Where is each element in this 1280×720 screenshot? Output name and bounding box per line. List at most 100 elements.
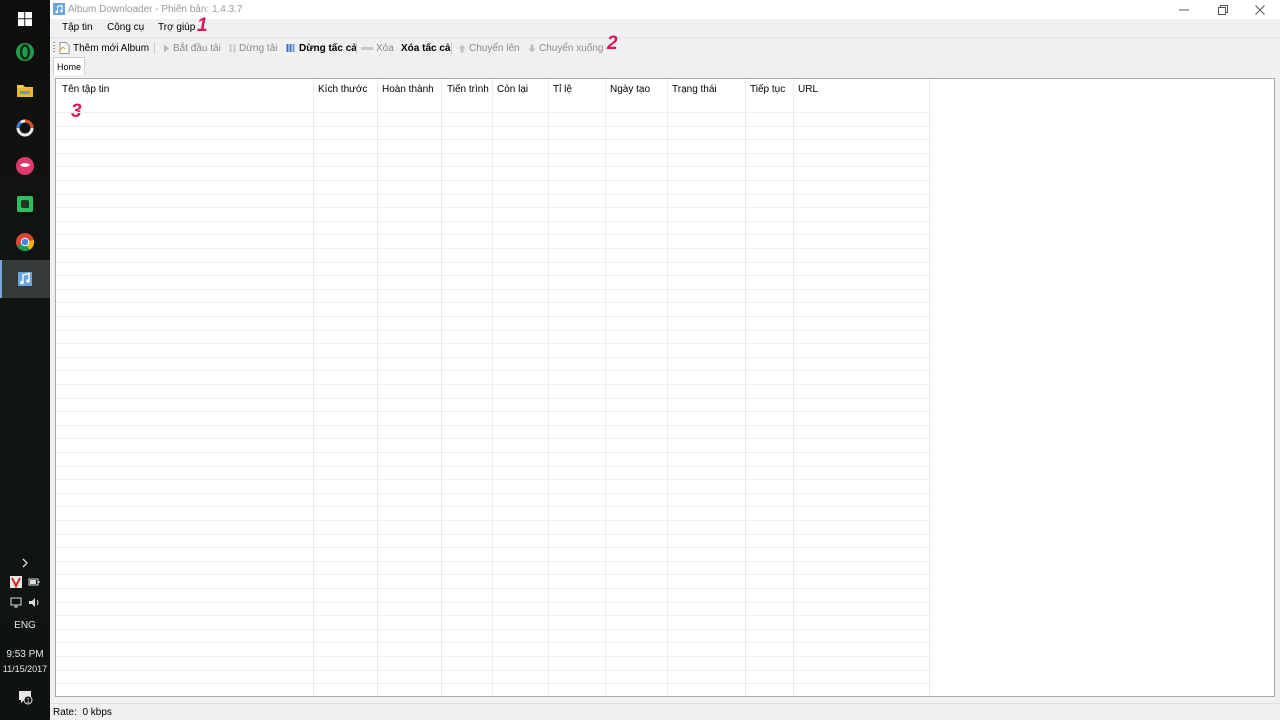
action-center-button[interactable]: 1 bbox=[0, 688, 50, 706]
column-header-created-date[interactable]: Ngày tạo bbox=[610, 84, 650, 95]
column-header-filename[interactable]: Tên tập tin bbox=[62, 84, 109, 95]
row-divider bbox=[56, 126, 929, 127]
tab-home[interactable]: Home bbox=[53, 57, 85, 75]
column-divider[interactable] bbox=[667, 79, 668, 696]
row-divider bbox=[56, 438, 929, 439]
tab-home-label: Home bbox=[56, 61, 81, 72]
battery-icon[interactable] bbox=[28, 577, 40, 587]
app-icon bbox=[53, 3, 65, 15]
clock-date-label: 11/15/2017 bbox=[2, 663, 48, 674]
move-up-button[interactable]: Chuyển lên bbox=[458, 41, 520, 55]
taskbar-app-opera[interactable] bbox=[0, 33, 50, 71]
column-header-completed[interactable]: Hoàn thành bbox=[382, 84, 434, 95]
rate-value: 0 kbps bbox=[82, 707, 112, 718]
row-divider bbox=[56, 343, 929, 344]
show-hidden-icons-button[interactable] bbox=[0, 556, 50, 570]
toolbar-separator bbox=[154, 42, 155, 54]
row-divider bbox=[56, 466, 929, 467]
column-header-status[interactable]: Trạng thái bbox=[672, 84, 717, 95]
evernote-icon bbox=[17, 196, 33, 212]
table-header: Tên tập tin Kích thước Hoàn thành Tiến t… bbox=[56, 79, 1274, 99]
row-divider bbox=[56, 166, 929, 167]
taskbar-app-pinkapp[interactable] bbox=[0, 147, 50, 185]
column-divider[interactable] bbox=[605, 79, 606, 696]
volume-icon[interactable] bbox=[28, 597, 40, 608]
restore-icon bbox=[1218, 4, 1228, 15]
taskbar: ENG 9:53 PM 11/15/2017 1 bbox=[0, 0, 50, 720]
vivaldi-tray-icon[interactable] bbox=[10, 576, 22, 588]
column-divider[interactable] bbox=[492, 79, 493, 696]
column-header-url[interactable]: URL bbox=[798, 84, 818, 95]
downloads-table[interactable]: Tên tập tin Kích thước Hoàn thành Tiến t… bbox=[55, 78, 1275, 697]
language-indicator[interactable]: ENG bbox=[0, 618, 50, 632]
restore-button[interactable] bbox=[1205, 0, 1241, 19]
notification-icon: 1 bbox=[19, 691, 33, 705]
column-divider[interactable] bbox=[313, 79, 314, 696]
column-divider[interactable] bbox=[929, 79, 930, 696]
pink-app-icon bbox=[16, 157, 34, 175]
stop-download-button[interactable]: Dừng tải bbox=[229, 41, 277, 55]
notification-count: 1 bbox=[26, 698, 30, 705]
taskbar-app-recorder[interactable] bbox=[0, 109, 50, 147]
column-divider[interactable] bbox=[548, 79, 549, 696]
clock-date[interactable]: 11/15/2017 bbox=[0, 662, 50, 675]
menu-tools[interactable]: Công cụ bbox=[107, 22, 144, 33]
clock-time[interactable]: 9:53 PM bbox=[0, 648, 50, 661]
row-divider bbox=[56, 289, 929, 290]
taskbar-app-album-downloader[interactable] bbox=[0, 260, 50, 298]
menu-help[interactable]: Trợ giúp bbox=[158, 22, 195, 33]
minimize-button[interactable] bbox=[1166, 0, 1202, 19]
menu-file[interactable]: Tập tin bbox=[62, 22, 93, 33]
start-download-button[interactable]: Bắt đầu tải bbox=[163, 41, 221, 55]
close-icon bbox=[1255, 4, 1265, 15]
move-up-label: Chuyển lên bbox=[469, 42, 520, 54]
column-header-progress[interactable]: Tiến trình bbox=[447, 84, 489, 95]
taskbar-app-file-explorer[interactable] bbox=[0, 71, 50, 109]
network-icon[interactable] bbox=[10, 597, 22, 608]
delete-label: Xóa bbox=[376, 42, 394, 54]
toolbar-separator bbox=[451, 42, 452, 54]
stop-all-label: Dừng tấc cả bbox=[299, 42, 357, 54]
row-divider bbox=[56, 656, 929, 657]
taskbar-app-chrome[interactable] bbox=[0, 223, 50, 261]
annotation-marker-2: 2 bbox=[607, 33, 618, 54]
column-header-resume[interactable]: Tiếp tục bbox=[750, 84, 785, 95]
close-button[interactable] bbox=[1242, 0, 1278, 19]
row-divider bbox=[56, 330, 929, 331]
row-divider bbox=[56, 248, 929, 249]
delete-button[interactable]: Xóa bbox=[361, 41, 394, 55]
arrow-down-icon bbox=[528, 44, 536, 52]
column-header-remaining[interactable]: Còn lại bbox=[497, 84, 528, 95]
column-divider[interactable] bbox=[441, 79, 442, 696]
language-label: ENG bbox=[14, 619, 36, 631]
pause-icon bbox=[229, 44, 236, 52]
stop-all-button[interactable]: Dừng tấc cả bbox=[286, 41, 357, 55]
row-divider bbox=[56, 411, 929, 412]
clock-time-label: 9:53 PM bbox=[6, 649, 44, 660]
column-divider[interactable] bbox=[745, 79, 746, 696]
row-divider bbox=[56, 452, 929, 453]
row-divider bbox=[56, 506, 929, 507]
taskbar-app-evernote[interactable] bbox=[0, 185, 50, 223]
move-down-button[interactable]: Chuyển xuống bbox=[528, 41, 604, 55]
column-header-size[interactable]: Kích thước bbox=[318, 84, 367, 95]
add-album-button[interactable]: Thêm mới Album bbox=[59, 41, 149, 55]
toolbar-separator bbox=[356, 42, 357, 54]
row-divider bbox=[56, 153, 929, 154]
row-divider bbox=[56, 139, 929, 140]
windows-logo-icon bbox=[18, 12, 32, 26]
opera-icon bbox=[16, 43, 34, 61]
tray-row-1 bbox=[0, 575, 50, 589]
menu-bar: Tập tin Công cụ Trợ giúp 1 bbox=[50, 15, 1280, 37]
column-divider[interactable] bbox=[793, 79, 794, 696]
row-divider bbox=[56, 384, 929, 385]
new-document-icon bbox=[59, 42, 70, 54]
row-divider bbox=[56, 642, 929, 643]
row-divider bbox=[56, 493, 929, 494]
rate-status: Rate: 0 kbps bbox=[53, 707, 112, 718]
toolbar-grip[interactable] bbox=[53, 42, 55, 54]
title-bar[interactable]: Album Downloader - Phiên bản: 1.4.3.7 bbox=[50, 0, 1280, 19]
column-divider[interactable] bbox=[377, 79, 378, 696]
column-header-ratio[interactable]: Tỉ lệ bbox=[553, 84, 572, 95]
delete-all-button[interactable]: Xóa tấc cả bbox=[401, 41, 450, 55]
